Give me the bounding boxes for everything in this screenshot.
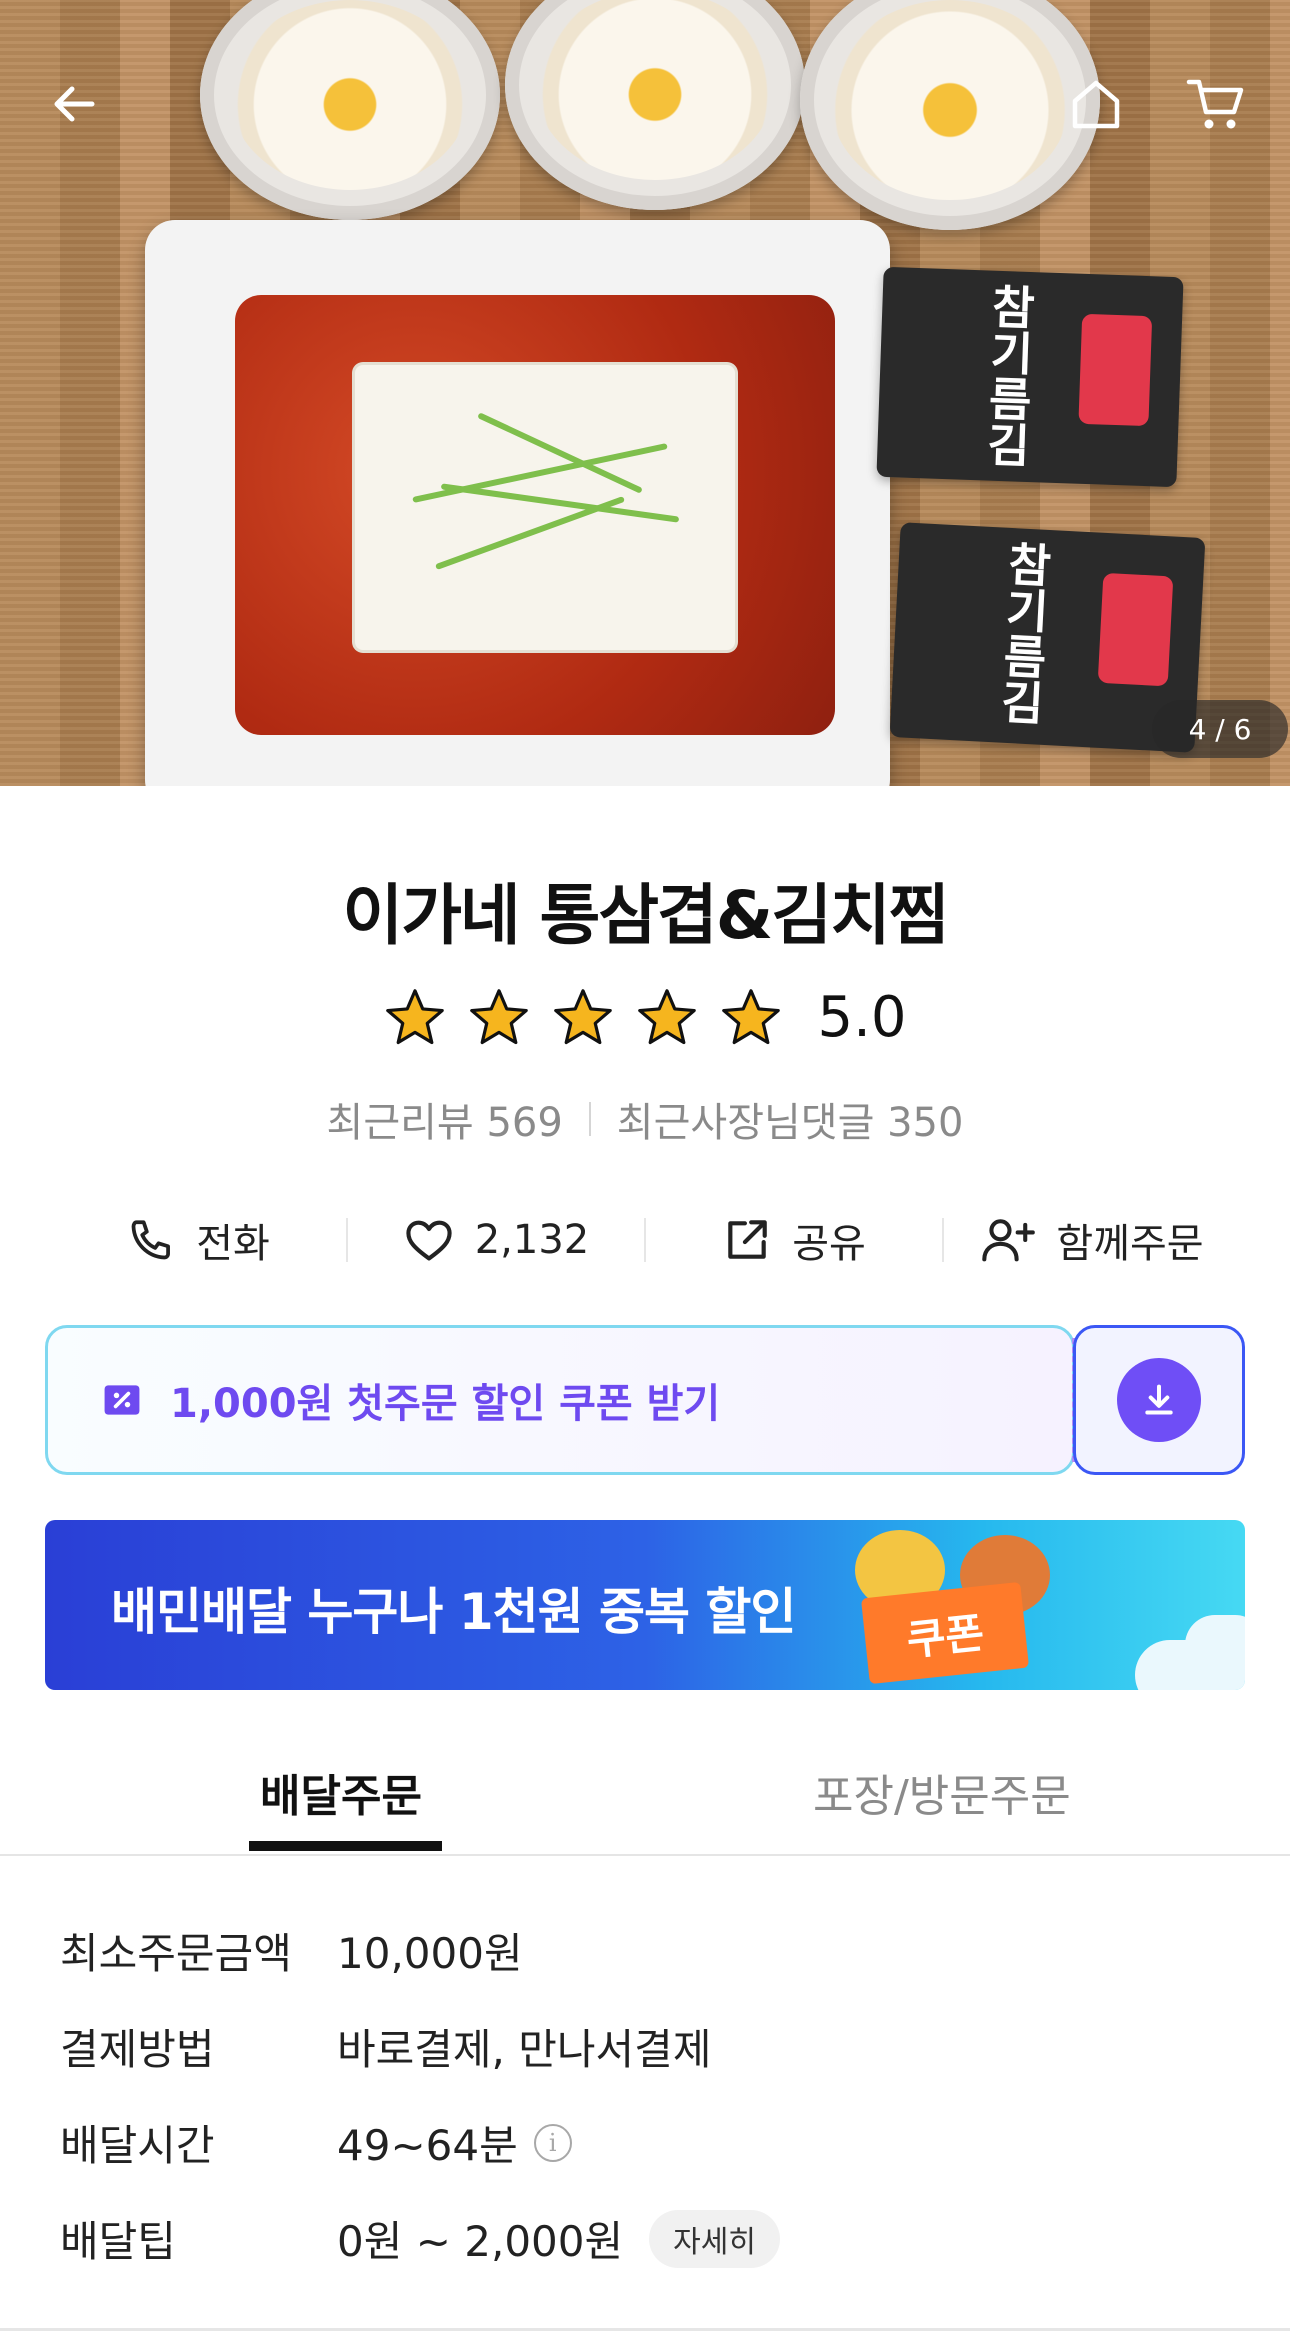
home-button[interactable] (1060, 68, 1132, 140)
payment-row: 결제방법 바로결제, 만나서결제 (60, 2016, 711, 2077)
order-type-tabs: 배달주문 포장/방문주문 (0, 1740, 1290, 1856)
delivery-tip-detail-button[interactable]: 자세히 (649, 2209, 780, 2268)
coupon-text: 1,000원 첫주문 할인 쿠폰 받기 (170, 1381, 721, 1427)
tab-pickup[interactable]: 포장/방문주문 (813, 1760, 1071, 1824)
star-icon (470, 988, 529, 1044)
fried-egg (230, 0, 470, 190)
promo-banner[interactable]: 쿠폰 배민배달 누구나 1천원 중복 할인 (45, 1520, 1245, 1690)
like-button[interactable]: 2,132 (348, 1214, 644, 1266)
star-icon (638, 988, 697, 1044)
review-summary[interactable]: 최근리뷰 569 최근사장님댓글 350 (0, 1090, 1290, 1148)
cart-icon (1186, 79, 1244, 129)
back-arrow-icon (54, 86, 95, 122)
share-button[interactable]: 공유 (646, 1211, 942, 1269)
seaweed-pack-label: 참기름김 (991, 539, 1055, 727)
seaweed-pack: 참기름김 (876, 266, 1184, 488)
star-icon (554, 988, 613, 1044)
add-person-icon (982, 1219, 1036, 1262)
seaweed-pack-tag (1078, 313, 1153, 427)
cart-button[interactable] (1180, 68, 1252, 140)
coupon-icon (104, 1385, 140, 1415)
payment-value: 바로결제, 만나서결제 (337, 2025, 712, 2074)
like-count: 2,132 (474, 1217, 590, 1263)
delivery-time-value-wrap: 49~64분 i (337, 2112, 572, 2173)
download-icon (1145, 1384, 1173, 1415)
info-icon[interactable]: i (533, 2123, 572, 2162)
delivery-tip-label: 배달팁 (60, 2217, 176, 2266)
delivery-time-value: 49~64분 (337, 2121, 518, 2170)
delivery-tip-value: 0원 ~ 2,000원 (337, 2217, 624, 2266)
image-counter: 4 / 6 (1152, 700, 1288, 758)
min-order-label: 최소주문금액 (60, 1929, 292, 1978)
download-circle (1117, 1358, 1201, 1442)
store-name: 이가네 통삼겹&김치찜 (342, 877, 949, 954)
coupon-ticket: 쿠폰 (860, 1581, 1030, 1685)
coupon-download-button[interactable] (1073, 1325, 1245, 1475)
fried-egg (830, 0, 1070, 200)
call-button[interactable]: 전화 (50, 1211, 346, 1269)
banner-text: 배민배달 누구나 1천원 중복 할인 (111, 1583, 796, 1641)
rating-row[interactable]: 5.0 (0, 985, 1290, 1050)
active-tab-indicator (249, 1841, 442, 1851)
share-icon (728, 1220, 767, 1259)
share-label: 공유 (792, 1221, 866, 1267)
recent-reviews-link[interactable]: 최근리뷰 569 (327, 1090, 563, 1148)
first-order-coupon[interactable]: 1,000원 첫주문 할인 쿠폰 받기 (45, 1325, 1245, 1475)
delivery-time-row: 배달시간 49~64분 i (60, 2112, 572, 2173)
min-order-row: 최소주문금액 10,000원 (60, 1920, 523, 1981)
seaweed-pack-tag (1097, 572, 1174, 687)
tofu-block (355, 365, 735, 650)
min-order-value: 10,000원 (337, 1929, 523, 1978)
coupon-body[interactable]: 1,000원 첫주문 할인 쿠폰 받기 (45, 1325, 1075, 1475)
back-button[interactable] (38, 68, 110, 140)
cloud-decoration (1185, 1615, 1245, 1675)
group-order-label: 함께주문 (1056, 1221, 1204, 1267)
store-actions: 전화 2,132 공유 함께주문 (50, 1200, 1240, 1280)
call-label: 전화 (196, 1221, 270, 1267)
phone-icon (131, 1220, 171, 1260)
divider (588, 1102, 591, 1136)
divider (0, 2328, 1290, 2331)
rating-value: 5.0 (817, 985, 907, 1050)
tab-delivery[interactable]: 배달주문 (260, 1760, 422, 1824)
home-icon (1072, 80, 1120, 129)
star-icon (722, 988, 781, 1044)
seaweed-pack-label: 참기름김 (977, 282, 1039, 469)
heart-icon (406, 1220, 452, 1261)
store-hero-image[interactable]: 참기름김 참기름김 4 / 6 (0, 0, 1290, 786)
group-order-button[interactable]: 함께주문 (944, 1211, 1240, 1269)
delivery-tip-row: 배달팁 0원 ~ 2,000원 자세히 (60, 2208, 780, 2269)
star-icon (386, 988, 445, 1044)
payment-label: 결제방법 (60, 2025, 215, 2074)
delivery-time-label: 배달시간 (60, 2121, 215, 2170)
delivery-tip-value-wrap: 0원 ~ 2,000원 자세히 (337, 2208, 780, 2269)
owner-replies-link[interactable]: 최근사장님댓글 350 (617, 1090, 964, 1148)
